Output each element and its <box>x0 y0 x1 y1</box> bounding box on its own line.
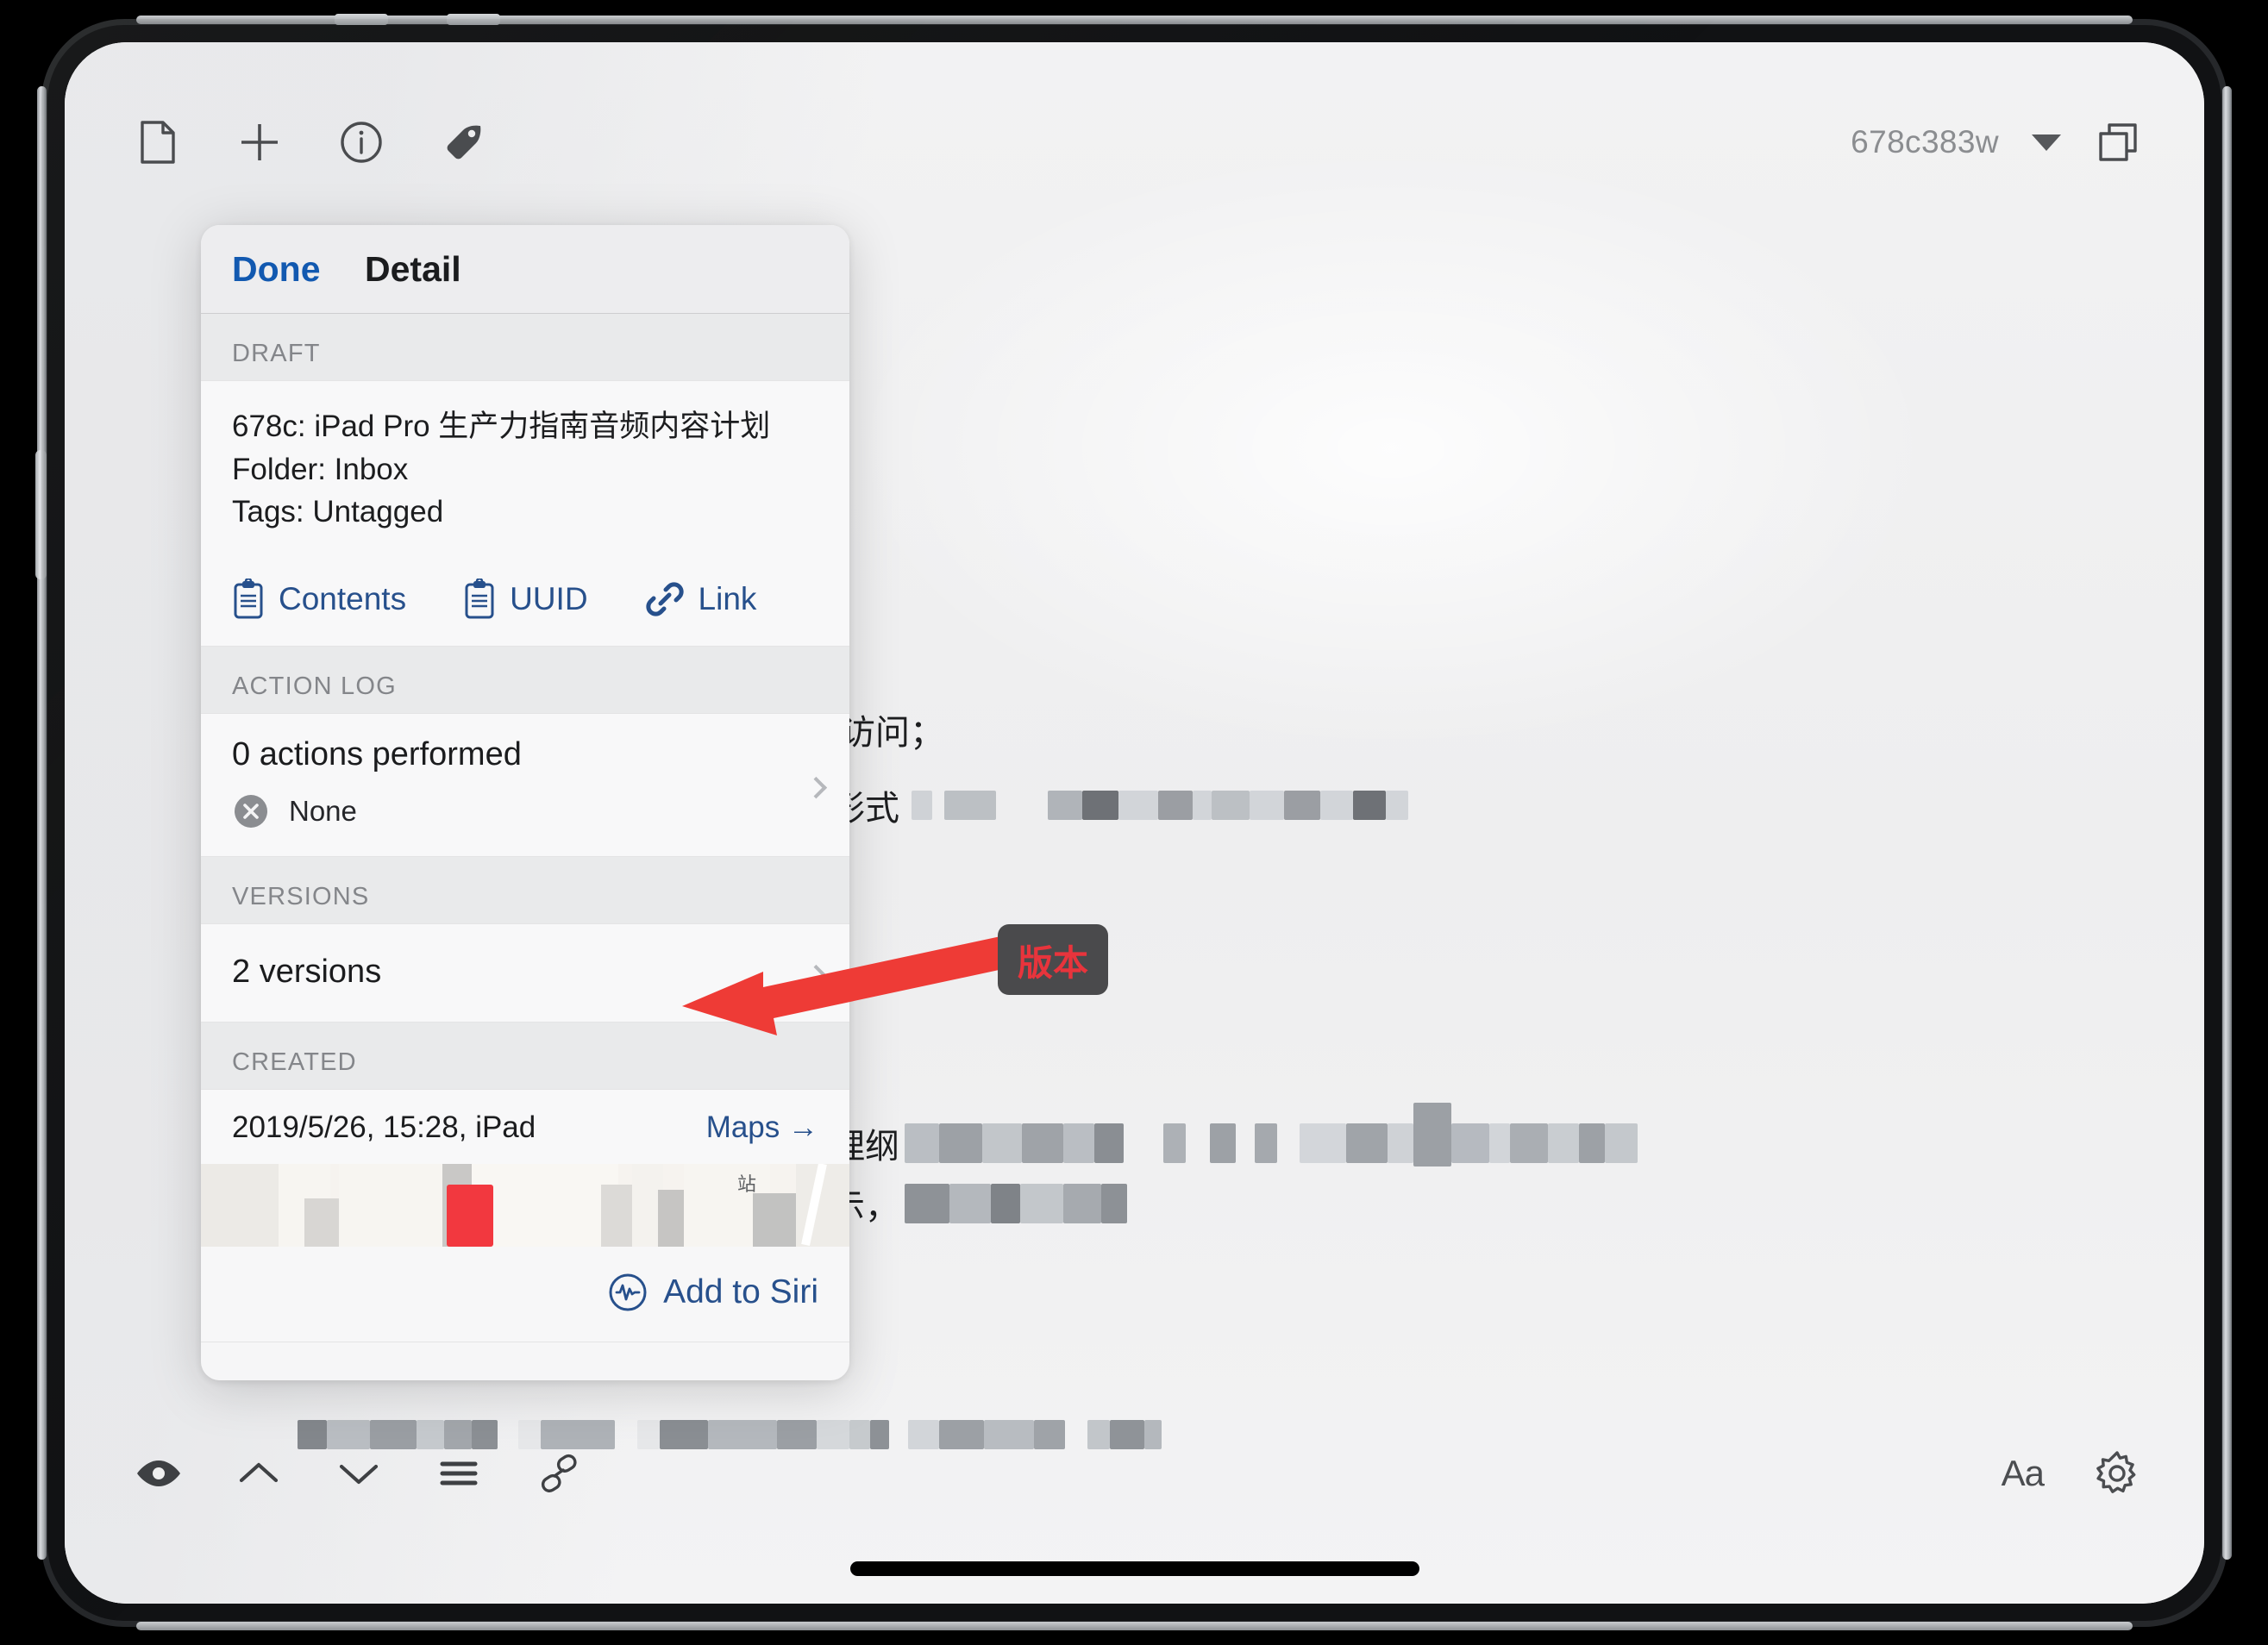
chevron-down-icon[interactable] <box>334 1448 384 1498</box>
action-log-status-label: None <box>289 795 357 828</box>
top-toolbar: 678c383w <box>65 96 2204 189</box>
uuid-label: UUID <box>510 581 588 617</box>
link-icon[interactable] <box>534 1448 584 1498</box>
action-log-row[interactable]: 0 actions performed None <box>201 713 849 858</box>
map-place-label: 站 <box>736 1173 756 1196</box>
add-to-siri-label: Add to Siri <box>663 1273 818 1311</box>
siri-waveform-icon <box>609 1273 647 1311</box>
created-card: 2019/5/26, 15:28, iPad Maps → 站 Add to S… <box>201 1089 849 1343</box>
chevron-down-icon[interactable] <box>2032 134 2061 151</box>
contents-label: Contents <box>279 581 407 617</box>
add-to-siri-button[interactable]: Add to Siri <box>201 1247 849 1342</box>
annotation-label: 版本 <box>1018 942 1088 984</box>
draft-card: 678c: iPad Pro 生产力指南音频内容计划 Folder: Inbox… <box>201 380 849 647</box>
draft-folder: Folder: Inbox <box>232 452 409 486</box>
duplicate-window-icon[interactable] <box>2094 118 2142 166</box>
eye-icon[interactable] <box>134 1448 184 1498</box>
annotation-badge: 版本 <box>998 924 1108 995</box>
device-screen: 访问； 形式 理纲 示， 678c383w Done Detail DRAFT … <box>65 42 2204 1604</box>
home-indicator[interactable] <box>849 1561 1419 1576</box>
ipad-device-frame: 访问； 形式 理纲 示， 678c383w Done Detail DRAFT … <box>35 14 2232 1630</box>
action-log-title: 0 actions performed <box>232 736 522 773</box>
editor-redacted-line: 理纲 <box>830 1103 1638 1168</box>
bottom-toolbar: Aa <box>65 1426 2204 1521</box>
created-date-label: 2019/5/26, 15:28, iPad <box>232 1110 536 1145</box>
map-thumbnail[interactable]: 站 <box>201 1164 849 1248</box>
created-row: 2019/5/26, 15:28, iPad Maps → <box>201 1090 849 1164</box>
device-edge-top <box>136 16 2133 24</box>
map-location-pin <box>447 1185 493 1248</box>
device-edge-right <box>2222 86 2232 1560</box>
maps-link[interactable]: Maps → <box>706 1110 818 1145</box>
editor-redacted-line: 形式 <box>830 780 1408 830</box>
draft-action-row: Contents UUID Link <box>232 579 818 620</box>
done-button[interactable]: Done <box>232 249 321 290</box>
popover-header: Done Detail <box>201 225 849 314</box>
volume-down-button[interactable] <box>447 14 500 25</box>
editor-redacted-line: 示， <box>830 1179 1127 1229</box>
chevron-up-icon[interactable] <box>234 1448 284 1498</box>
link-label: Link <box>698 581 757 617</box>
editor-text-fragment: 访问； <box>841 714 944 752</box>
document-id-label: 678c383w <box>1851 124 1999 159</box>
section-header-action-log: ACTION LOG <box>201 647 849 714</box>
volume-up-button[interactable] <box>335 14 388 25</box>
action-log-status: None <box>232 792 818 830</box>
contents-button[interactable]: Contents <box>232 579 463 620</box>
draft-title: 678c: iPad Pro 生产力指南音频内容计划 <box>232 410 771 443</box>
section-header-draft: DRAFT <box>201 314 849 380</box>
info-icon[interactable] <box>337 118 385 166</box>
link-button[interactable]: Link <box>645 579 757 619</box>
text-size-button[interactable]: Aa <box>2002 1453 2045 1494</box>
page-title: Detail <box>365 248 461 289</box>
draft-tags: Tags: Untagged <box>232 495 444 529</box>
detail-popover: Done Detail DRAFT 678c: iPad Pro 生产力指南音频… <box>201 225 849 1380</box>
tag-icon[interactable] <box>439 118 487 166</box>
gear-icon[interactable] <box>2092 1448 2142 1498</box>
device-edge-left <box>37 86 47 1560</box>
x-circle-icon <box>235 795 267 829</box>
uuid-button[interactable]: UUID <box>463 579 644 620</box>
list-icon[interactable] <box>434 1448 484 1498</box>
device-edge-bottom <box>136 1622 2133 1630</box>
plus-icon[interactable] <box>235 118 284 166</box>
power-button[interactable] <box>35 450 47 579</box>
document-icon[interactable] <box>134 118 182 166</box>
